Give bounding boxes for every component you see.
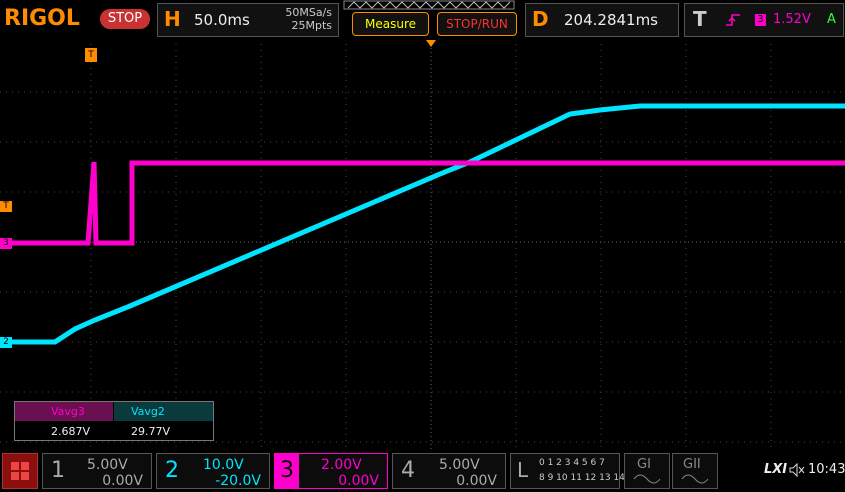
trigger-level: 1.52V <box>773 12 811 27</box>
waveform-display[interactable] <box>0 44 845 450</box>
measurement-panel[interactable]: Vavg3 Vavg2 2.687V 29.77V <box>14 401 214 441</box>
lxi-logo: LXI <box>764 462 788 477</box>
channel-1-panel[interactable]: 1 5.00V 0.00V <box>42 453 152 489</box>
clock-time: 10:43 <box>808 462 845 477</box>
channel-3-panel[interactable]: 3 2.00V 0.00V <box>274 453 388 489</box>
ch2-offset-marker[interactable]: 2 <box>0 337 12 348</box>
channel-2-offset: -20.0V <box>215 473 261 489</box>
menu-button[interactable] <box>2 453 38 489</box>
rising-edge-icon <box>726 14 740 26</box>
sine-wave-icon <box>681 474 709 484</box>
logic-channels-row1: 0 1 2 3 4 5 6 7 <box>539 458 605 468</box>
channel-1-offset: 0.00V <box>102 473 143 489</box>
channel-2-number: 2 <box>165 458 179 483</box>
channel-1-number: 1 <box>51 458 65 483</box>
trigger-level-marker[interactable]: T <box>0 201 12 212</box>
meas-value-vavg3: 2.687V <box>51 425 91 438</box>
meas-name-vavg3: Vavg3 <box>51 405 85 418</box>
channel-3-offset: 0.00V <box>338 473 379 489</box>
logic-panel[interactable]: L 0 1 2 3 4 5 6 7 8 9 10 11 12 13 14 15 <box>510 453 639 489</box>
channel-2-scale: 10.0V <box>203 457 244 473</box>
memory-depth: 25Mpts <box>291 19 332 32</box>
logic-label: L <box>517 458 529 482</box>
channel-1-scale: 5.00V <box>87 457 128 473</box>
meas-name-vavg2: Vavg2 <box>131 405 165 418</box>
ch2-trace <box>12 103 845 345</box>
trigger-mode: A <box>827 12 836 27</box>
sample-rate: 50MSa/s <box>285 6 332 19</box>
channel-4-number: 4 <box>401 458 415 483</box>
stop-run-button[interactable]: STOP/RUN <box>437 12 517 36</box>
generator-2-label: GII <box>683 457 701 472</box>
run-state-badge[interactable]: STOP <box>100 9 150 29</box>
delay-panel[interactable]: D 204.2841ms <box>525 3 679 37</box>
ch3-trace <box>12 160 845 246</box>
generator-1-button[interactable]: GI <box>624 453 670 489</box>
timebase-value: 50.0ms <box>194 11 250 29</box>
channel-2-panel[interactable]: 2 10.0V -20.0V <box>156 453 270 489</box>
trigger-label: T <box>693 7 707 31</box>
sine-wave-icon <box>633 474 661 484</box>
channel-4-scale: 5.00V <box>439 457 480 473</box>
center-marker <box>426 40 436 47</box>
channel-4-panel[interactable]: 4 5.00V 0.00V <box>392 453 506 489</box>
generator-2-button[interactable]: GII <box>672 453 718 489</box>
memory-indicator <box>343 0 515 10</box>
measure-button[interactable]: Measure <box>352 12 429 36</box>
rigol-logo: RIGOL <box>4 6 80 31</box>
horizontal-label: H <box>164 7 181 31</box>
channel-4-offset: 0.00V <box>456 473 497 489</box>
speaker-mute-icon[interactable] <box>789 463 805 477</box>
channel-3-scale: 2.00V <box>321 457 362 473</box>
meas-value-vavg2: 29.77V <box>131 425 171 438</box>
trigger-panel[interactable]: T 3 1.52V A <box>684 3 844 37</box>
generator-1-label: GI <box>637 457 651 472</box>
horizontal-panel[interactable]: H 50.0ms 50MSa/s 25Mpts <box>157 3 339 37</box>
channel-3-number: 3 <box>275 454 299 488</box>
delay-label: D <box>532 7 549 31</box>
trigger-position-marker[interactable]: T <box>85 48 97 62</box>
trigger-source-badge: 3 <box>755 14 766 26</box>
delay-value: 204.2841ms <box>564 11 658 29</box>
ch3-offset-marker[interactable]: 3 <box>0 238 12 249</box>
grid-menu-icon <box>11 462 29 480</box>
